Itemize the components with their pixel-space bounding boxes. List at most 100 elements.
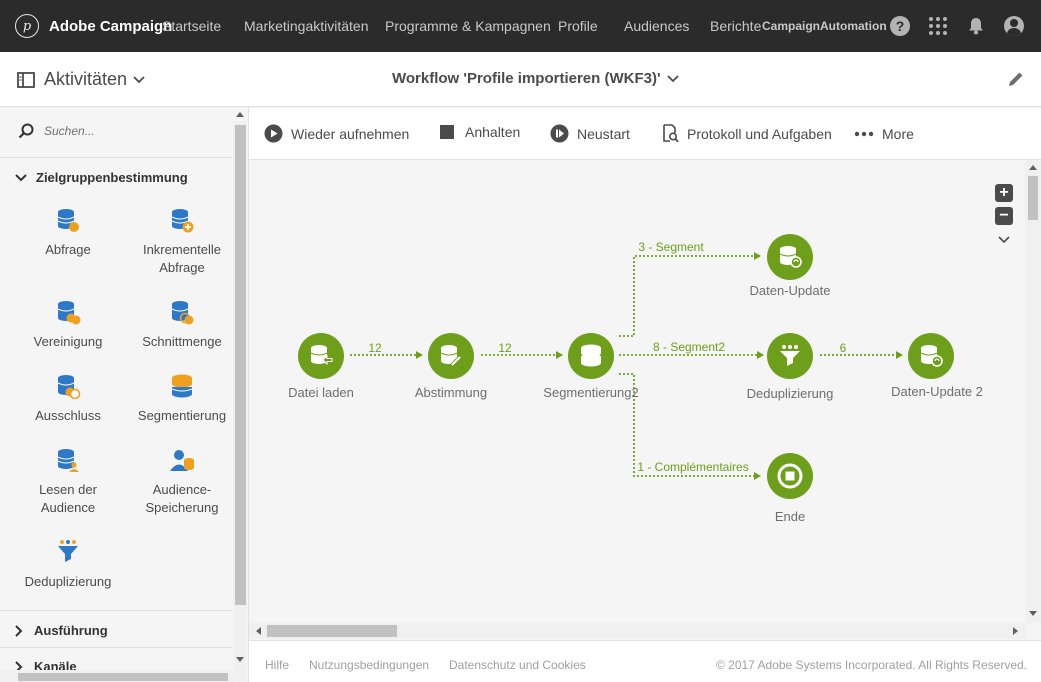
activity-query[interactable]: Abfrage	[13, 207, 123, 259]
edge-count-label: 3 - Segment	[638, 240, 704, 254]
footer-help-link[interactable]: Hilfe	[265, 658, 289, 672]
chevron-down-icon	[666, 74, 679, 82]
scroll-up-arrow-icon[interactable]	[236, 111, 244, 117]
node-label: Daten-Update 2	[891, 384, 983, 399]
canvas-vertical-scrollbar[interactable]	[1025, 160, 1041, 623]
node-end[interactable]	[767, 453, 813, 499]
nav-marketing-activities[interactable]: Marketingaktivitäten	[244, 18, 369, 34]
node-update-data-2[interactable]	[908, 333, 954, 379]
nav-programs-campaigns[interactable]: Programme & Kampagnen	[385, 18, 551, 34]
edge-count-label: 12	[498, 341, 512, 355]
brand-logo[interactable]: p Adobe Campaign	[15, 14, 172, 38]
instance-name[interactable]: CampaignAutomation	[762, 19, 887, 33]
edge-segment-update1	[619, 252, 761, 337]
category-label: Zielgruppenbestimmung	[36, 170, 188, 185]
log-tasks-button[interactable]: Protokoll und Aufgaben	[662, 124, 832, 143]
load-file-icon	[310, 345, 333, 366]
activity-save-audience[interactable]: Audience-Speicherung	[127, 447, 237, 517]
node-label: Segmentierung2	[543, 385, 639, 400]
more-dots-icon	[854, 131, 874, 137]
brand-name: Adobe Campaign	[49, 17, 173, 35]
edge-count-label: 8 - Segment2	[652, 340, 726, 354]
more-button[interactable]: More	[854, 126, 914, 142]
node-label: Deduplizierung	[746, 386, 834, 401]
scroll-left-arrow-icon[interactable]	[255, 627, 261, 635]
tile-label: Vereinigung	[33, 334, 103, 349]
apps-grid-icon	[929, 17, 947, 35]
restart-button[interactable]: Neustart	[550, 124, 630, 143]
resume-label: Wieder aufnehmen	[291, 125, 410, 142]
nav-home[interactable]: Startseite	[162, 18, 221, 34]
activity-read-audience[interactable]: Lesen der Audience	[13, 447, 123, 517]
search-input[interactable]: Suchen...	[44, 124, 95, 138]
scroll-down-arrow-icon[interactable]	[236, 657, 244, 663]
pencil-icon	[1009, 72, 1023, 86]
notifications-button[interactable]	[966, 16, 986, 36]
node-label: Ende	[774, 509, 806, 524]
nav-audiences[interactable]: Audiences	[624, 18, 689, 34]
tile-label: Deduplizierung	[24, 574, 112, 589]
stop-button[interactable]: Anhalten	[439, 124, 520, 140]
zoom-in-button[interactable]: +	[995, 184, 1013, 202]
category-label: Ausführung	[34, 623, 108, 638]
user-menu-button[interactable]	[1004, 16, 1024, 36]
resume-button[interactable]: Wieder aufnehmen	[264, 124, 409, 143]
tile-label: Segmentierung	[137, 408, 227, 423]
reconciliation-icon	[440, 345, 462, 367]
tile-label: Lesen der Audience	[39, 482, 97, 515]
node-load-file[interactable]	[298, 333, 344, 379]
node-update-data[interactable]	[767, 234, 813, 280]
log-tasks-label: Protokoll und Aufgaben	[687, 125, 832, 142]
edge-count-label: 1 - Complémentaires	[637, 460, 749, 474]
activities-label: Aktivitäten	[44, 69, 128, 89]
query-icon	[57, 209, 79, 232]
activity-exclusion[interactable]: Ausschluss	[13, 373, 123, 425]
search-field[interactable]: Suchen...	[18, 123, 95, 139]
footer-privacy-link[interactable]: Datenschutz und Cookies	[449, 658, 586, 672]
node-segmentation[interactable]	[568, 333, 614, 379]
category-targeting[interactable]: Zielgruppenbestimmung	[15, 170, 188, 185]
canvas-vertical-thumb[interactable]	[1028, 176, 1038, 220]
more-label: More	[882, 126, 914, 142]
activity-intersection[interactable]: Schnittmenge	[127, 299, 237, 351]
scroll-right-arrow-icon[interactable]	[1013, 627, 1019, 635]
footer-terms-link[interactable]: Nutzungsbedingungen	[309, 658, 429, 672]
activities-sidebar: Suchen... Zielgruppenbestimmung Abfrage …	[0, 107, 249, 682]
scroll-up-arrow-icon[interactable]	[1029, 164, 1037, 170]
scroll-down-arrow-icon[interactable]	[1029, 611, 1037, 617]
stop-icon	[440, 125, 454, 139]
sidebar-horizontal-thumb[interactable]	[18, 673, 228, 681]
edit-button[interactable]	[1007, 70, 1025, 93]
tile-label: Schnittmenge	[142, 334, 222, 349]
node-deduplication[interactable]	[767, 333, 813, 379]
workflow-toolbar: Wieder aufnehmen Anhalten Neustart Proto…	[249, 108, 1041, 160]
help-button[interactable]: ?	[890, 16, 910, 36]
node-reconciliation[interactable]	[428, 333, 474, 379]
category-execution[interactable]: Ausführung	[15, 623, 108, 638]
nav-profiles[interactable]: Profile	[558, 18, 598, 34]
zoom-out-button[interactable]: −	[995, 207, 1013, 225]
divider	[0, 647, 232, 648]
exclusion-icon	[57, 375, 81, 399]
update-data-icon	[779, 246, 802, 268]
sidebar-scroll-thumb[interactable]	[235, 125, 246, 605]
footer: Hilfe Nutzungsbedingungen Datenschutz un…	[249, 640, 1041, 682]
activities-toggle[interactable]: Aktivitäten	[17, 69, 145, 90]
activity-deduplication[interactable]: Deduplizierung	[13, 539, 123, 591]
segmentation-icon	[171, 374, 193, 398]
end-stop-icon	[777, 463, 803, 489]
workflow-canvas[interactable]: Datei laden Abstimmung Segmentierung2 Da…	[249, 160, 1025, 623]
activity-incremental-query[interactable]: Inkrementelle Abfrage	[127, 207, 237, 277]
edge-count-label: 6	[839, 341, 847, 355]
chevron-down-icon	[133, 75, 145, 83]
workflow-title[interactable]: Workflow 'Profile importieren (WKF3)'	[392, 70, 679, 87]
chevron-right-icon	[15, 624, 23, 637]
stop-label: Anhalten	[465, 124, 521, 140]
divider	[0, 157, 232, 158]
nav-reports[interactable]: Berichte	[710, 18, 761, 34]
activity-union[interactable]: Vereinigung	[13, 299, 123, 351]
chevron-down-icon[interactable]	[998, 236, 1010, 244]
apps-button[interactable]	[928, 16, 948, 36]
canvas-horizontal-thumb[interactable]	[267, 625, 397, 637]
activity-segmentation[interactable]: Segmentierung	[127, 373, 237, 425]
